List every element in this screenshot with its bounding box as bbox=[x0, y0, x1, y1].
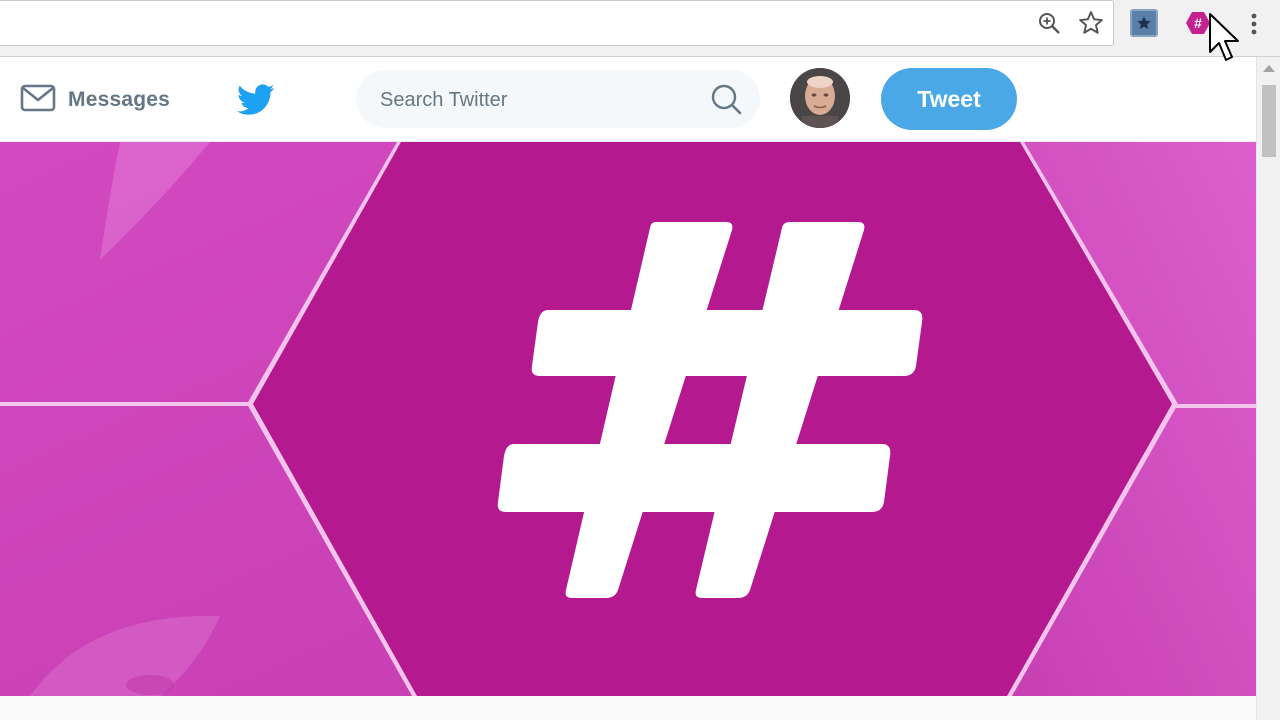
menu-icon[interactable] bbox=[1244, 8, 1264, 40]
page-below-banner bbox=[0, 696, 1256, 720]
scroll-thumb[interactable] bbox=[1262, 85, 1276, 157]
hashtag-banner: # bbox=[0, 142, 1256, 696]
twitter-page: Messages Search Twitter Tweet bbox=[0, 57, 1256, 720]
svg-text:#: # bbox=[1194, 15, 1202, 31]
bookmark-extension-icon[interactable] bbox=[1130, 9, 1158, 37]
top-navigation: Messages Search Twitter Tweet bbox=[0, 57, 1256, 142]
twitter-bird-icon[interactable] bbox=[237, 83, 275, 117]
browser-toolbar: # bbox=[0, 0, 1280, 57]
envelope-icon bbox=[20, 83, 56, 118]
page-scrollbar[interactable] bbox=[1256, 57, 1280, 720]
messages-nav-item[interactable]: Messages bbox=[20, 83, 170, 117]
scroll-up-arrow-icon[interactable] bbox=[1263, 65, 1275, 72]
search-box bbox=[356, 70, 760, 128]
zoom-icon[interactable] bbox=[1036, 10, 1062, 36]
search-input[interactable] bbox=[378, 82, 702, 118]
messages-label: Messages bbox=[68, 88, 170, 111]
search-icon[interactable] bbox=[710, 83, 742, 115]
mouse-cursor-icon bbox=[1208, 12, 1242, 64]
tweet-button[interactable]: Tweet bbox=[881, 68, 1017, 130]
address-bar[interactable] bbox=[0, 0, 1114, 46]
avatar[interactable] bbox=[790, 68, 850, 128]
star-icon[interactable] bbox=[1078, 10, 1104, 36]
